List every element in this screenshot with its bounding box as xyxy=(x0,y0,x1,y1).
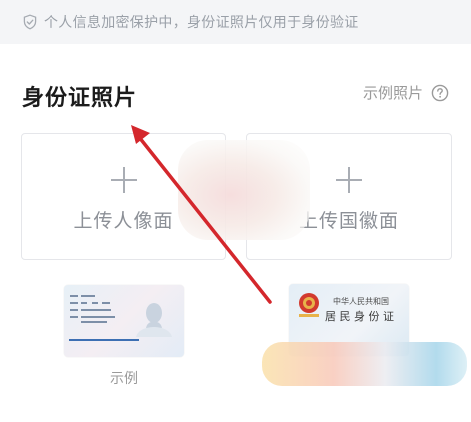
red-annotation-arrow xyxy=(131,125,272,304)
